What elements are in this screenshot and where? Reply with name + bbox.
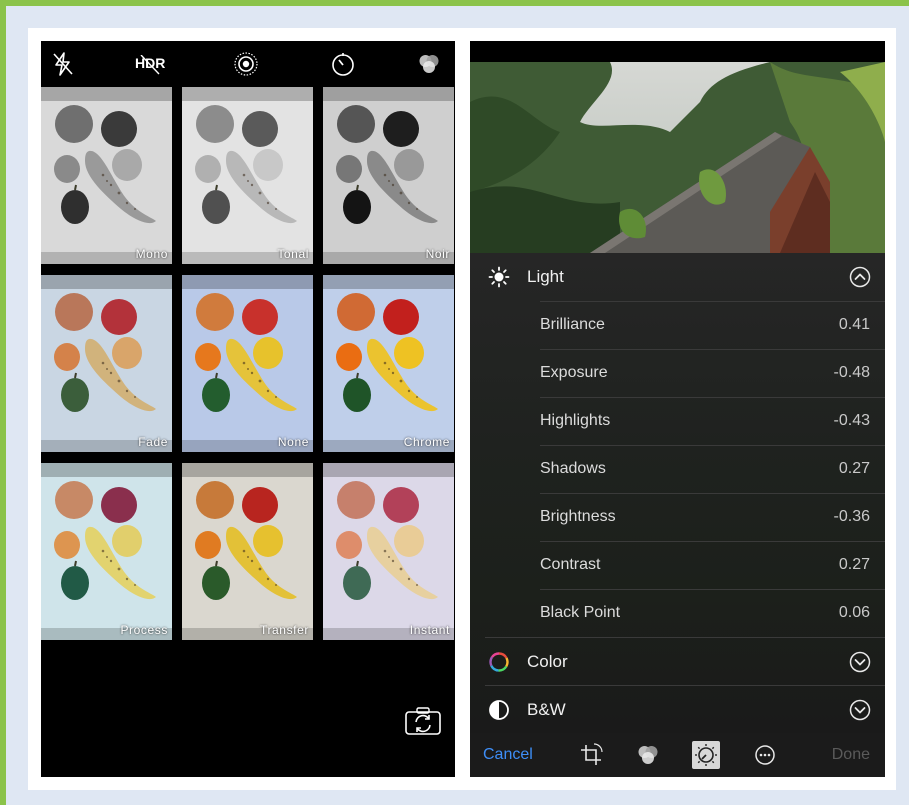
filter-thumbnail-instant[interactable]: Instant [323,463,454,640]
adjustment-label: Brightness [540,508,616,525]
flash-off-icon[interactable] [51,51,79,77]
frame-left-border [0,0,6,805]
adjustment-value: -0.43 [833,412,870,429]
cancel-button[interactable]: Cancel [483,746,533,764]
light-section-header[interactable]: Light [470,253,885,301]
hdr-icon[interactable]: HDR [135,55,165,75]
adjustment-row-exposure[interactable]: Exposure -0.48 [540,349,885,398]
filter-label: Tonal [277,247,309,261]
adjustment-value: -0.36 [833,508,870,525]
color-wheel-icon [488,651,510,673]
editor-toolbar: Cancel Done [470,733,885,777]
photo-editor-screen: Light Brilliance 0.41 Exposure -0.48 Highlig… [470,41,885,777]
live-photo-icon[interactable] [232,51,260,77]
more-options-icon[interactable] [751,741,779,769]
filter-label: Mono [135,247,168,261]
frame-top-border [0,0,909,6]
sun-icon [488,266,510,288]
timer-icon[interactable] [329,51,357,77]
adjustment-row-shadows[interactable]: Shadows 0.27 [540,445,885,494]
adjustment-row-contrast[interactable]: Contrast 0.27 [540,541,885,590]
adjustment-label: Highlights [540,412,611,429]
adjustments-panel: Light Brilliance 0.41 Exposure -0.48 Highlig… [470,253,885,733]
done-button[interactable]: Done [832,746,870,764]
adjustment-row-brightness[interactable]: Brightness -0.36 [540,493,885,542]
bw-section-label: B&W [527,700,566,719]
photo-preview [470,62,885,253]
crop-rotate-icon[interactable] [577,741,605,769]
filter-label: Noir [425,247,450,261]
color-section-header[interactable]: Color [470,638,885,686]
adjustment-row-highlights[interactable]: Highlights -0.43 [540,397,885,446]
filter-thumbnail-fade[interactable]: Fade [41,275,172,452]
adjustment-value: 0.06 [838,604,870,621]
filter-thumbnail-noir[interactable]: Noir [323,87,454,264]
editor-status-bar [470,41,885,62]
filter-label: Chrome [403,435,450,449]
half-circle-icon [488,699,510,721]
adjustment-label: Contrast [540,556,601,573]
filter-thumbnail-none[interactable]: None [182,275,313,452]
adjust-dial-icon[interactable] [692,741,720,769]
adjustment-label: Brilliance [540,316,605,333]
light-section-label: Light [527,267,564,286]
adjustment-value: 0.41 [838,316,870,333]
chevron-up-icon[interactable] [849,266,871,288]
filter-label: None [277,435,309,449]
chevron-down-icon[interactable] [849,651,871,673]
adjustment-value: 0.27 [838,556,870,573]
filter-label: Instant [409,623,450,637]
filter-thumbnail-process[interactable]: Process [41,463,172,640]
camera-screen: HDR Mono Tonal Noir Fade None Chrome Pro… [41,41,455,777]
filter-thumbnail-chrome[interactable]: Chrome [323,275,454,452]
filter-label: Process [120,623,168,637]
filter-label: Fade [138,435,168,449]
filter-thumbnail-transfer[interactable]: Transfer [182,463,313,640]
chevron-down-icon[interactable] [849,699,871,721]
filters-icon[interactable] [415,51,443,77]
bw-section-header[interactable]: B&W [470,686,885,734]
adjustment-label: Exposure [540,364,608,381]
filter-thumbnail-mono[interactable]: Mono [41,87,172,264]
filter-thumbnail-tonal[interactable]: Tonal [182,87,313,264]
adjustment-row-brilliance[interactable]: Brilliance 0.41 [540,301,885,350]
camera-top-bar: HDR [41,41,455,87]
adjustment-label: Shadows [540,460,606,477]
adjustment-row-black-point[interactable]: Black Point 0.06 [540,589,885,638]
filters-tool-icon[interactable] [634,741,662,769]
filter-label: Transfer [259,623,309,637]
adjustment-label: Black Point [540,604,621,621]
adjustment-value: 0.27 [838,460,870,477]
switch-camera-button[interactable] [405,707,441,735]
color-section-label: Color [527,652,568,671]
adjustment-value: -0.48 [833,364,870,381]
